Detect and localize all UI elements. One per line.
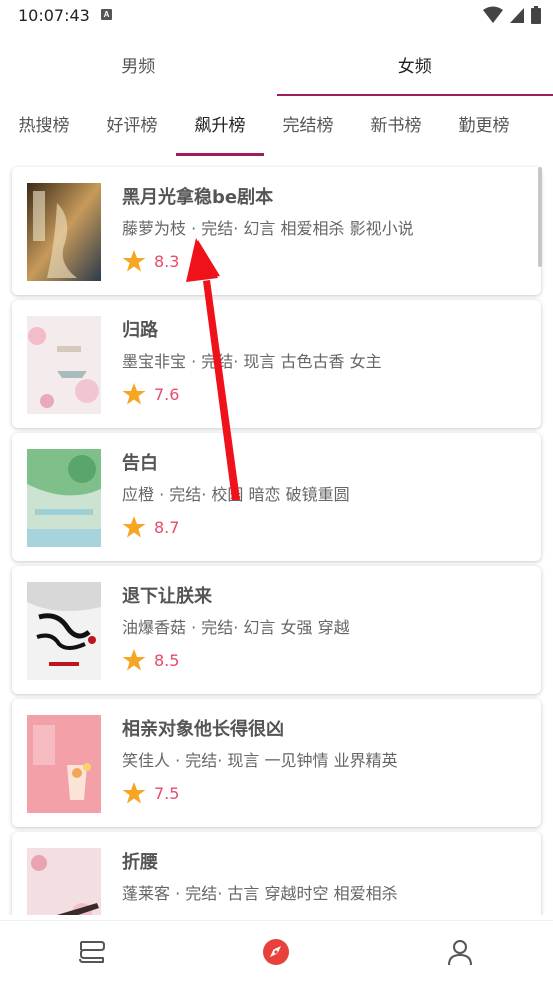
wifi-icon (483, 6, 503, 23)
book-meta: 应橙 · 完结· 校园 暗恋 破镜重圆 (122, 485, 350, 504)
book-meta: 蓬莱客 · 完结· 古言 穿越时空 相爱相杀 (122, 884, 398, 903)
gender-tabs: 男频 女频 (0, 40, 553, 96)
book-rating: 7.6 (122, 380, 179, 408)
book-cover-icon (27, 449, 101, 547)
book-title: 归路 (122, 320, 158, 341)
rating-value: 7.6 (154, 384, 180, 404)
tab-rising[interactable]: 飙升榜 (176, 104, 264, 156)
book-cover-icon (27, 715, 101, 813)
book-cover-icon (27, 848, 101, 915)
book-rating: 8.7 (122, 513, 179, 541)
star-icon (122, 782, 146, 804)
tab-good-review[interactable]: 好评榜 (88, 104, 176, 156)
book-title: 黑月光拿稳be剧本 (122, 187, 274, 208)
nav-bookshelf[interactable] (77, 937, 107, 967)
bottom-nav (0, 920, 553, 984)
scrollbar[interactable] (538, 167, 542, 267)
tab-male[interactable]: 男频 (0, 40, 277, 96)
nav-discover[interactable] (261, 937, 291, 967)
notification-a-icon: A (101, 9, 112, 20)
signal-icon (510, 8, 524, 23)
rank-tabs: 热搜榜 好评榜 飙升榜 完结榜 新书榜 勤更榜 (0, 104, 553, 156)
book-meta: 笑佳人 · 完结· 现言 一见钟情 业界精英 (122, 751, 398, 770)
book-title: 相亲对象他长得很凶 (122, 719, 284, 740)
rating-value: 8.7 (154, 517, 180, 537)
book-cover-icon (27, 183, 101, 281)
tab-new-books[interactable]: 新书榜 (352, 104, 440, 156)
book-meta: 油爆香菇 · 完结· 幻言 女强 穿越 (122, 618, 350, 637)
nav-profile[interactable] (445, 937, 475, 967)
book-rating: 8.3 (122, 247, 179, 275)
tab-frequent-update[interactable]: 勤更榜 (440, 104, 528, 156)
bookshelf-icon (79, 941, 105, 963)
compass-icon (263, 939, 289, 965)
book-rating: 7.5 (122, 779, 179, 807)
book-card[interactable]: 退下让朕来 油爆香菇 · 完结· 幻言 女强 穿越 8.5 (12, 566, 541, 694)
book-meta: 藤萝为枝 · 完结· 幻言 相爱相杀 影视小说 (122, 219, 414, 238)
book-card[interactable]: 折腰 蓬莱客 · 完结· 古言 穿越时空 相爱相杀 (12, 832, 541, 915)
tab-hot-search[interactable]: 热搜榜 (0, 104, 88, 156)
book-card[interactable]: 相亲对象他长得很凶 笑佳人 · 完结· 现言 一见钟情 业界精英 7.5 (12, 699, 541, 827)
book-list: 黑月光拿稳be剧本 藤萝为枝 · 完结· 幻言 相爱相杀 影视小说 8.3 归路… (0, 165, 553, 915)
book-rating: 8.5 (122, 646, 179, 674)
rating-value: 8.3 (154, 251, 180, 271)
book-cover-icon (27, 582, 101, 680)
user-icon (448, 940, 472, 966)
battery-icon (531, 6, 541, 24)
book-card[interactable]: 黑月光拿稳be剧本 藤萝为枝 · 完结· 幻言 相爱相杀 影视小说 8.3 (12, 167, 541, 295)
status-time: 10:07:43 (18, 6, 90, 25)
tab-completed[interactable]: 完结榜 (264, 104, 352, 156)
status-bar: 10:07:43 A (0, 0, 553, 32)
tab-female[interactable]: 女频 (276, 40, 553, 96)
book-title: 折腰 (122, 852, 158, 873)
star-icon (122, 250, 146, 272)
book-title: 告白 (122, 453, 158, 474)
star-icon (122, 383, 146, 405)
book-meta: 墨宝非宝 · 完结· 现言 古色古香 女主 (122, 352, 382, 371)
star-icon (122, 516, 146, 538)
rating-value: 8.5 (154, 650, 180, 670)
book-card[interactable]: 归路 墨宝非宝 · 完结· 现言 古色古香 女主 7.6 (12, 300, 541, 428)
book-title: 退下让朕来 (122, 586, 212, 607)
book-card[interactable]: 告白 应橙 · 完结· 校园 暗恋 破镜重圆 8.7 (12, 433, 541, 561)
rating-value: 7.5 (154, 783, 180, 803)
status-icons (483, 6, 541, 24)
star-icon (122, 649, 146, 671)
book-cover-icon (27, 316, 101, 414)
